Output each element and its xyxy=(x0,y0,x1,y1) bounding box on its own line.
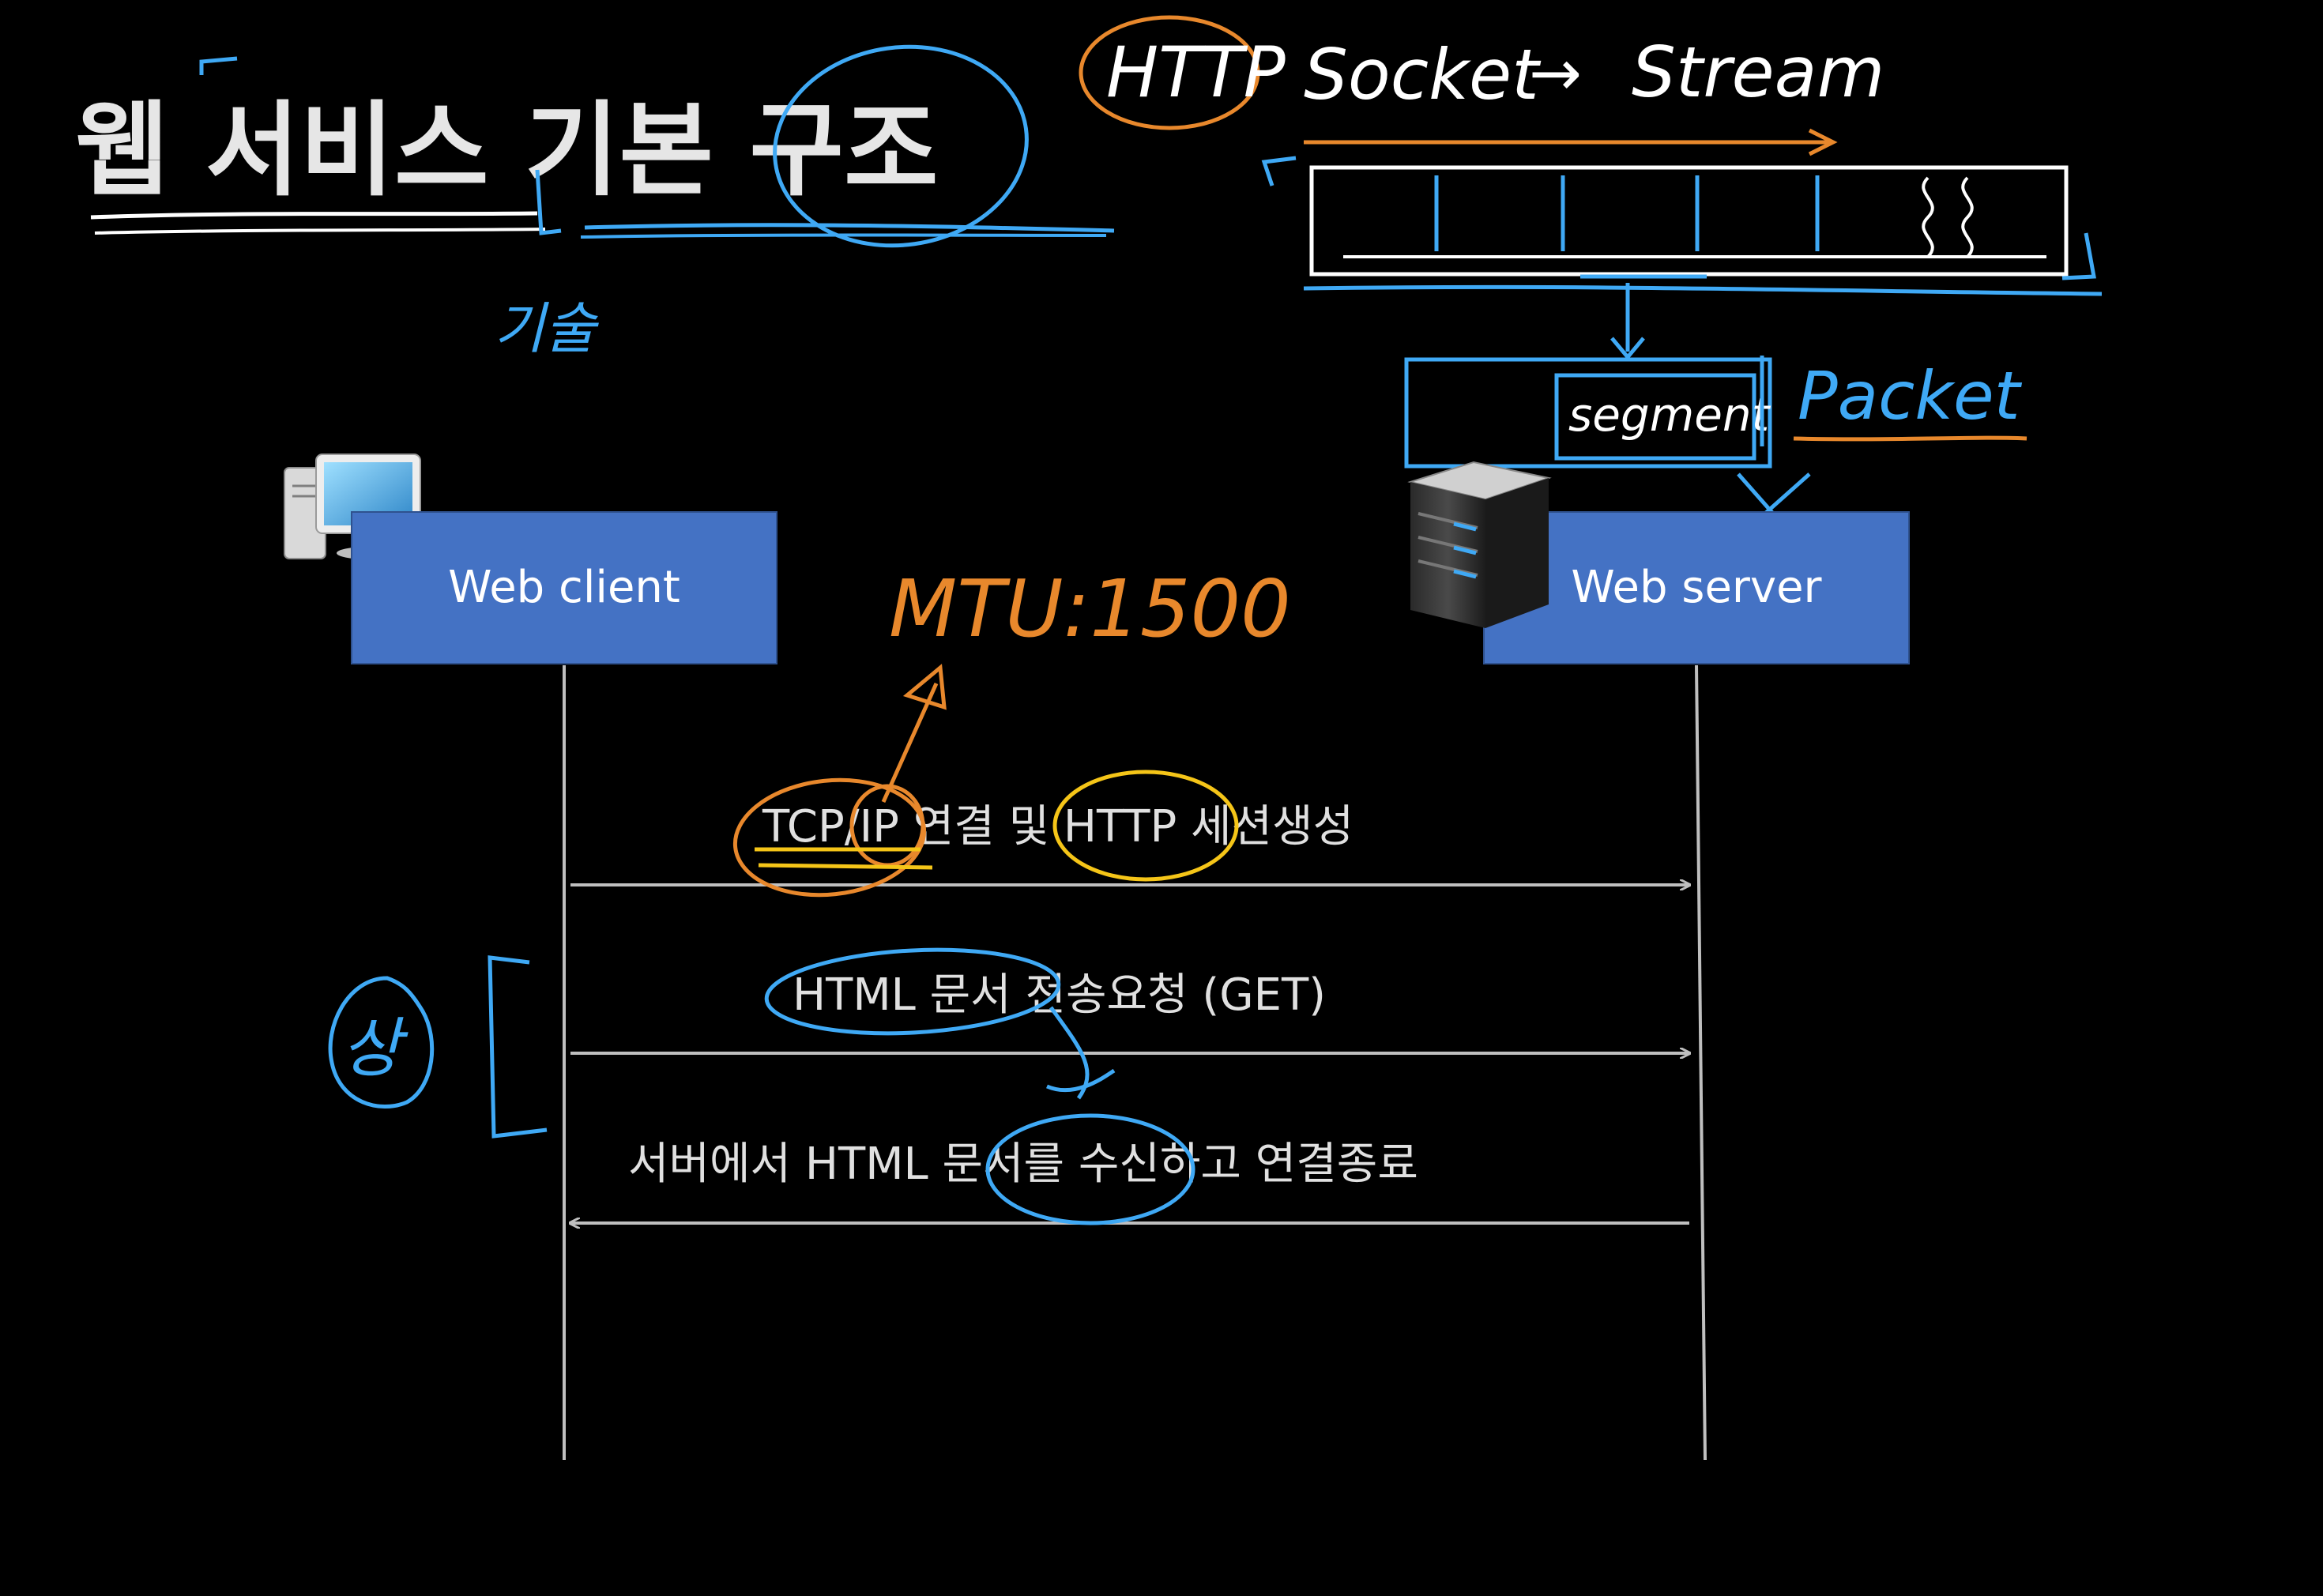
annotation-http: HTTP xyxy=(1106,32,1286,113)
annotation-mtu: MTU:1500 xyxy=(889,563,1291,655)
annotation-stream: Stream xyxy=(1632,32,1884,113)
stream-annotation-group: HTTP Socket → Stream segment Packet xyxy=(1079,15,2103,543)
message-group-bracket xyxy=(488,955,548,1139)
annotation-packet: Packet xyxy=(1798,357,2023,435)
stream-break-mark-1 xyxy=(1922,176,1934,258)
stream-break-mark-2 xyxy=(1961,176,1974,258)
diagram-canvas: 웹 서비스 기본 구조 기술 HTTP Socket → Stream segm… xyxy=(75,15,2103,1461)
title-underline-blue-1 xyxy=(584,223,1115,233)
web-server-label: Web server xyxy=(1571,562,1822,613)
annotation-arrow: → xyxy=(1529,36,1582,110)
title-underline-white-1 xyxy=(90,211,538,220)
mtu-pointer-head xyxy=(902,664,947,710)
stream-underline xyxy=(1303,284,2103,296)
message-3-label: 서버에서 HTML 문서를 수신하고 연결종료 xyxy=(628,1139,1418,1190)
web-client-label: Web client xyxy=(448,562,680,613)
server-side xyxy=(1485,478,1549,628)
annotation-gisul: 기술 xyxy=(494,296,599,361)
document-pointer-head xyxy=(1046,1068,1116,1093)
packet-underline xyxy=(1793,435,2027,442)
message-2-label: HTML 문서 전송요청 (GET) xyxy=(793,969,1326,1021)
server-lifeline xyxy=(1695,664,1707,1461)
annotation-sang: 상 xyxy=(341,1011,409,1086)
tcpip-underline-2 xyxy=(758,863,933,870)
server-front xyxy=(1410,482,1485,628)
title-group: 웹 서비스 기본 구조 기술 xyxy=(75,44,1115,361)
server-rack-icon xyxy=(1407,461,1552,628)
title-bracket-open xyxy=(199,56,238,75)
annotation-socket: Socket xyxy=(1304,34,1542,115)
stream-bracket-left xyxy=(1261,156,1297,186)
title-underline-white-2 xyxy=(94,228,546,235)
page-title: 웹 서비스 기본 구조 xyxy=(75,90,939,210)
annotation-segment: segment xyxy=(1568,388,1771,442)
